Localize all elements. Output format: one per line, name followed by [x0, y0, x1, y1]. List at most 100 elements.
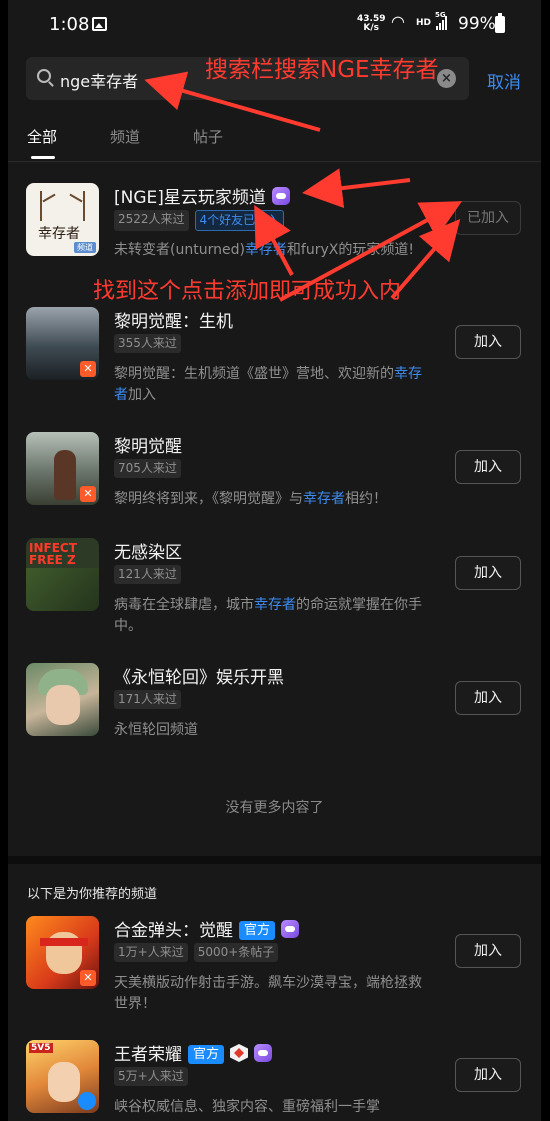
desc-text: 黎明终将到来，《黎明觉醒》与 — [114, 491, 303, 507]
headband-art — [40, 938, 88, 946]
join-button[interactable]: 加入 — [455, 934, 521, 968]
rank-badge-icon — [230, 1044, 249, 1062]
annotation-join-hint: 找到这个点击添加即可成功入内 — [93, 279, 402, 304]
thumbnail-game-label: 5V5 — [29, 1043, 53, 1053]
game-app-badge-icon: ✕ — [80, 970, 96, 986]
post-count-tag: 5000+条帖子 — [193, 943, 279, 962]
game-badge-icon — [254, 1044, 273, 1062]
channel-tags: 1万+人来过 5000+条帖子 — [114, 943, 279, 962]
clear-search-icon[interactable]: × — [437, 69, 456, 88]
desc-text-end: 和furyX的玩家频道! — [286, 242, 414, 258]
channel-tags: 171人来过 — [114, 690, 181, 709]
channel-title: 王者荣耀 官方 — [114, 1040, 273, 1065]
channel-thumbnail: ✕ — [26, 916, 99, 989]
channel-title-text: 合金弹头：觉醒 — [114, 921, 233, 941]
tab-all[interactable]: 全部 — [27, 126, 57, 147]
joined-button[interactable]: 已加入 — [455, 201, 521, 235]
channel-tags: 5万+人来过 — [114, 1067, 188, 1086]
active-tab-indicator — [31, 156, 55, 159]
app-screen: 1:08 43.59 K/s ◠ HD 5G 99% nge幸存者 × 取消 全… — [8, 0, 541, 1121]
channel-title: [NGE]星云玩家频道 — [114, 183, 290, 208]
channel-description: 峡谷权威信息、独家内容、重磅福利一手掌 — [114, 1099, 380, 1115]
wifi-icon: ◠ — [391, 12, 405, 31]
join-button[interactable]: 加入 — [455, 325, 521, 359]
status-bar: 1:08 43.59 K/s ◠ HD 5G 99% — [8, 0, 541, 50]
recommend-section-title: 以下是为你推荐的频道 — [27, 887, 158, 902]
annotation-search-hint: 搜索栏搜索NGE幸存者 — [205, 57, 439, 83]
join-button[interactable]: 加入 — [455, 1058, 521, 1092]
channel-description: 天美横版动作射击手游。飙车沙漠寻宝，端枪拯救世界！ — [114, 975, 422, 1012]
channel-title-text: 王者荣耀 — [114, 1045, 182, 1065]
character-face-art — [46, 685, 80, 725]
status-time: 1:08 — [49, 14, 90, 35]
channel-description: 病毒在全球肆虐，城市幸存者的命运就掌握在你手中。 — [114, 595, 434, 637]
desc-text: 永恒轮回频道 — [114, 722, 198, 738]
channel-description: 未转变者(unturned)幸存者和furyX的玩家频道! — [114, 240, 434, 261]
channel-title: 黎明觉醒：生机 — [114, 312, 233, 332]
channel-title-text: [NGE]星云玩家频道 — [114, 188, 266, 208]
video-camera-icon — [78, 1092, 96, 1110]
game-app-badge-icon: ✕ — [80, 486, 96, 502]
search-input[interactable]: nge幸存者 — [60, 68, 138, 92]
desc-text: 黎明觉醒：生机频道《盛世》营地、欢迎新的 — [114, 366, 394, 382]
network-speed-unit: K/s — [363, 23, 380, 33]
battery-percent: 99% — [458, 14, 496, 34]
channel-thumbnail — [26, 663, 99, 736]
visitor-count-tag: 355人来过 — [114, 334, 181, 353]
character-face-art — [48, 1062, 80, 1102]
join-button[interactable]: 加入 — [455, 556, 521, 590]
thumbnail-game-title: INFECT FREE Z — [29, 541, 77, 567]
desc-text-end: 相约！ — [345, 491, 387, 507]
game-map-art — [26, 568, 99, 611]
desc-text-end: 加入 — [128, 387, 156, 403]
game-app-badge-icon: ✕ — [80, 361, 96, 377]
cancel-button[interactable]: 取消 — [487, 68, 521, 93]
visitor-count-tag: 171人来过 — [114, 690, 181, 709]
tab-channels[interactable]: 频道 — [110, 126, 140, 147]
visitor-count-tag: 1万+人来过 — [114, 943, 188, 962]
join-button[interactable]: 加入 — [455, 450, 521, 484]
network-speed: 43.59 K/s — [357, 15, 385, 33]
channel-description: 黎明终将到来，《黎明觉醒》与幸存者相约！ — [114, 489, 434, 510]
desc-text: 未转变者(unturned) — [114, 242, 245, 258]
desc-highlight: 幸存者 — [244, 242, 287, 258]
channel-thumbnail: 5V5 — [26, 1040, 99, 1113]
thumbnail-channel-pill: 频道 — [74, 242, 96, 253]
channel-title: 合金弹头：觉醒 官方 — [114, 916, 300, 941]
channel-title: 黎明觉醒 — [114, 437, 182, 457]
channel-description: 黎明觉醒：生机频道《盛世》营地、欢迎新的幸存者加入 — [114, 364, 434, 406]
channel-thumbnail: ✕ — [26, 432, 99, 505]
hd-label: HD — [416, 18, 432, 28]
visitor-count-tag: 2522人来过 — [114, 210, 189, 231]
channel-title: 无感染区 — [114, 543, 182, 563]
desc-text: 病毒在全球肆虐，城市 — [114, 597, 254, 613]
battery-icon — [495, 13, 505, 33]
desc-highlight: 幸存者 — [254, 597, 296, 613]
soldier-figure — [54, 450, 76, 500]
result-tabs: 全部 频道 帖子 — [8, 126, 541, 162]
channel-thumbnail: ✕ — [26, 307, 99, 380]
channel-tags: 2522人来过 4个好友已加入 — [114, 210, 285, 231]
thumbnail-logo-text: 幸存者 — [38, 226, 80, 242]
channel-tags: 121人来过 — [114, 565, 181, 584]
gallery-notification-icon — [92, 17, 107, 31]
signal-icon — [436, 15, 447, 30]
game-badge-icon — [281, 920, 300, 938]
visitor-count-tag: 705人来过 — [114, 459, 181, 478]
channel-description: 永恒轮回频道 — [114, 720, 434, 741]
join-button[interactable]: 加入 — [455, 681, 521, 715]
end-of-results-label: 没有更多内容了 — [225, 800, 324, 816]
channel-title: 《永恒轮回》娱乐开黑 — [114, 668, 284, 688]
visitor-count-tag: 121人来过 — [114, 565, 181, 584]
search-icon — [37, 69, 51, 83]
channel-thumbnail: INFECT FREE Z — [26, 538, 99, 611]
desc-highlight: 幸存者 — [303, 491, 345, 507]
friends-joined-tag: 4个好友已加入 — [194, 210, 285, 231]
tab-posts[interactable]: 帖子 — [193, 126, 223, 147]
visitor-count-tag: 5万+人来过 — [114, 1067, 188, 1086]
channel-tags: 705人来过 — [114, 459, 181, 478]
official-badge: 官方 — [239, 921, 276, 940]
official-badge: 官方 — [188, 1045, 225, 1064]
antlers-logo-icon — [40, 191, 85, 221]
section-divider — [8, 856, 541, 864]
